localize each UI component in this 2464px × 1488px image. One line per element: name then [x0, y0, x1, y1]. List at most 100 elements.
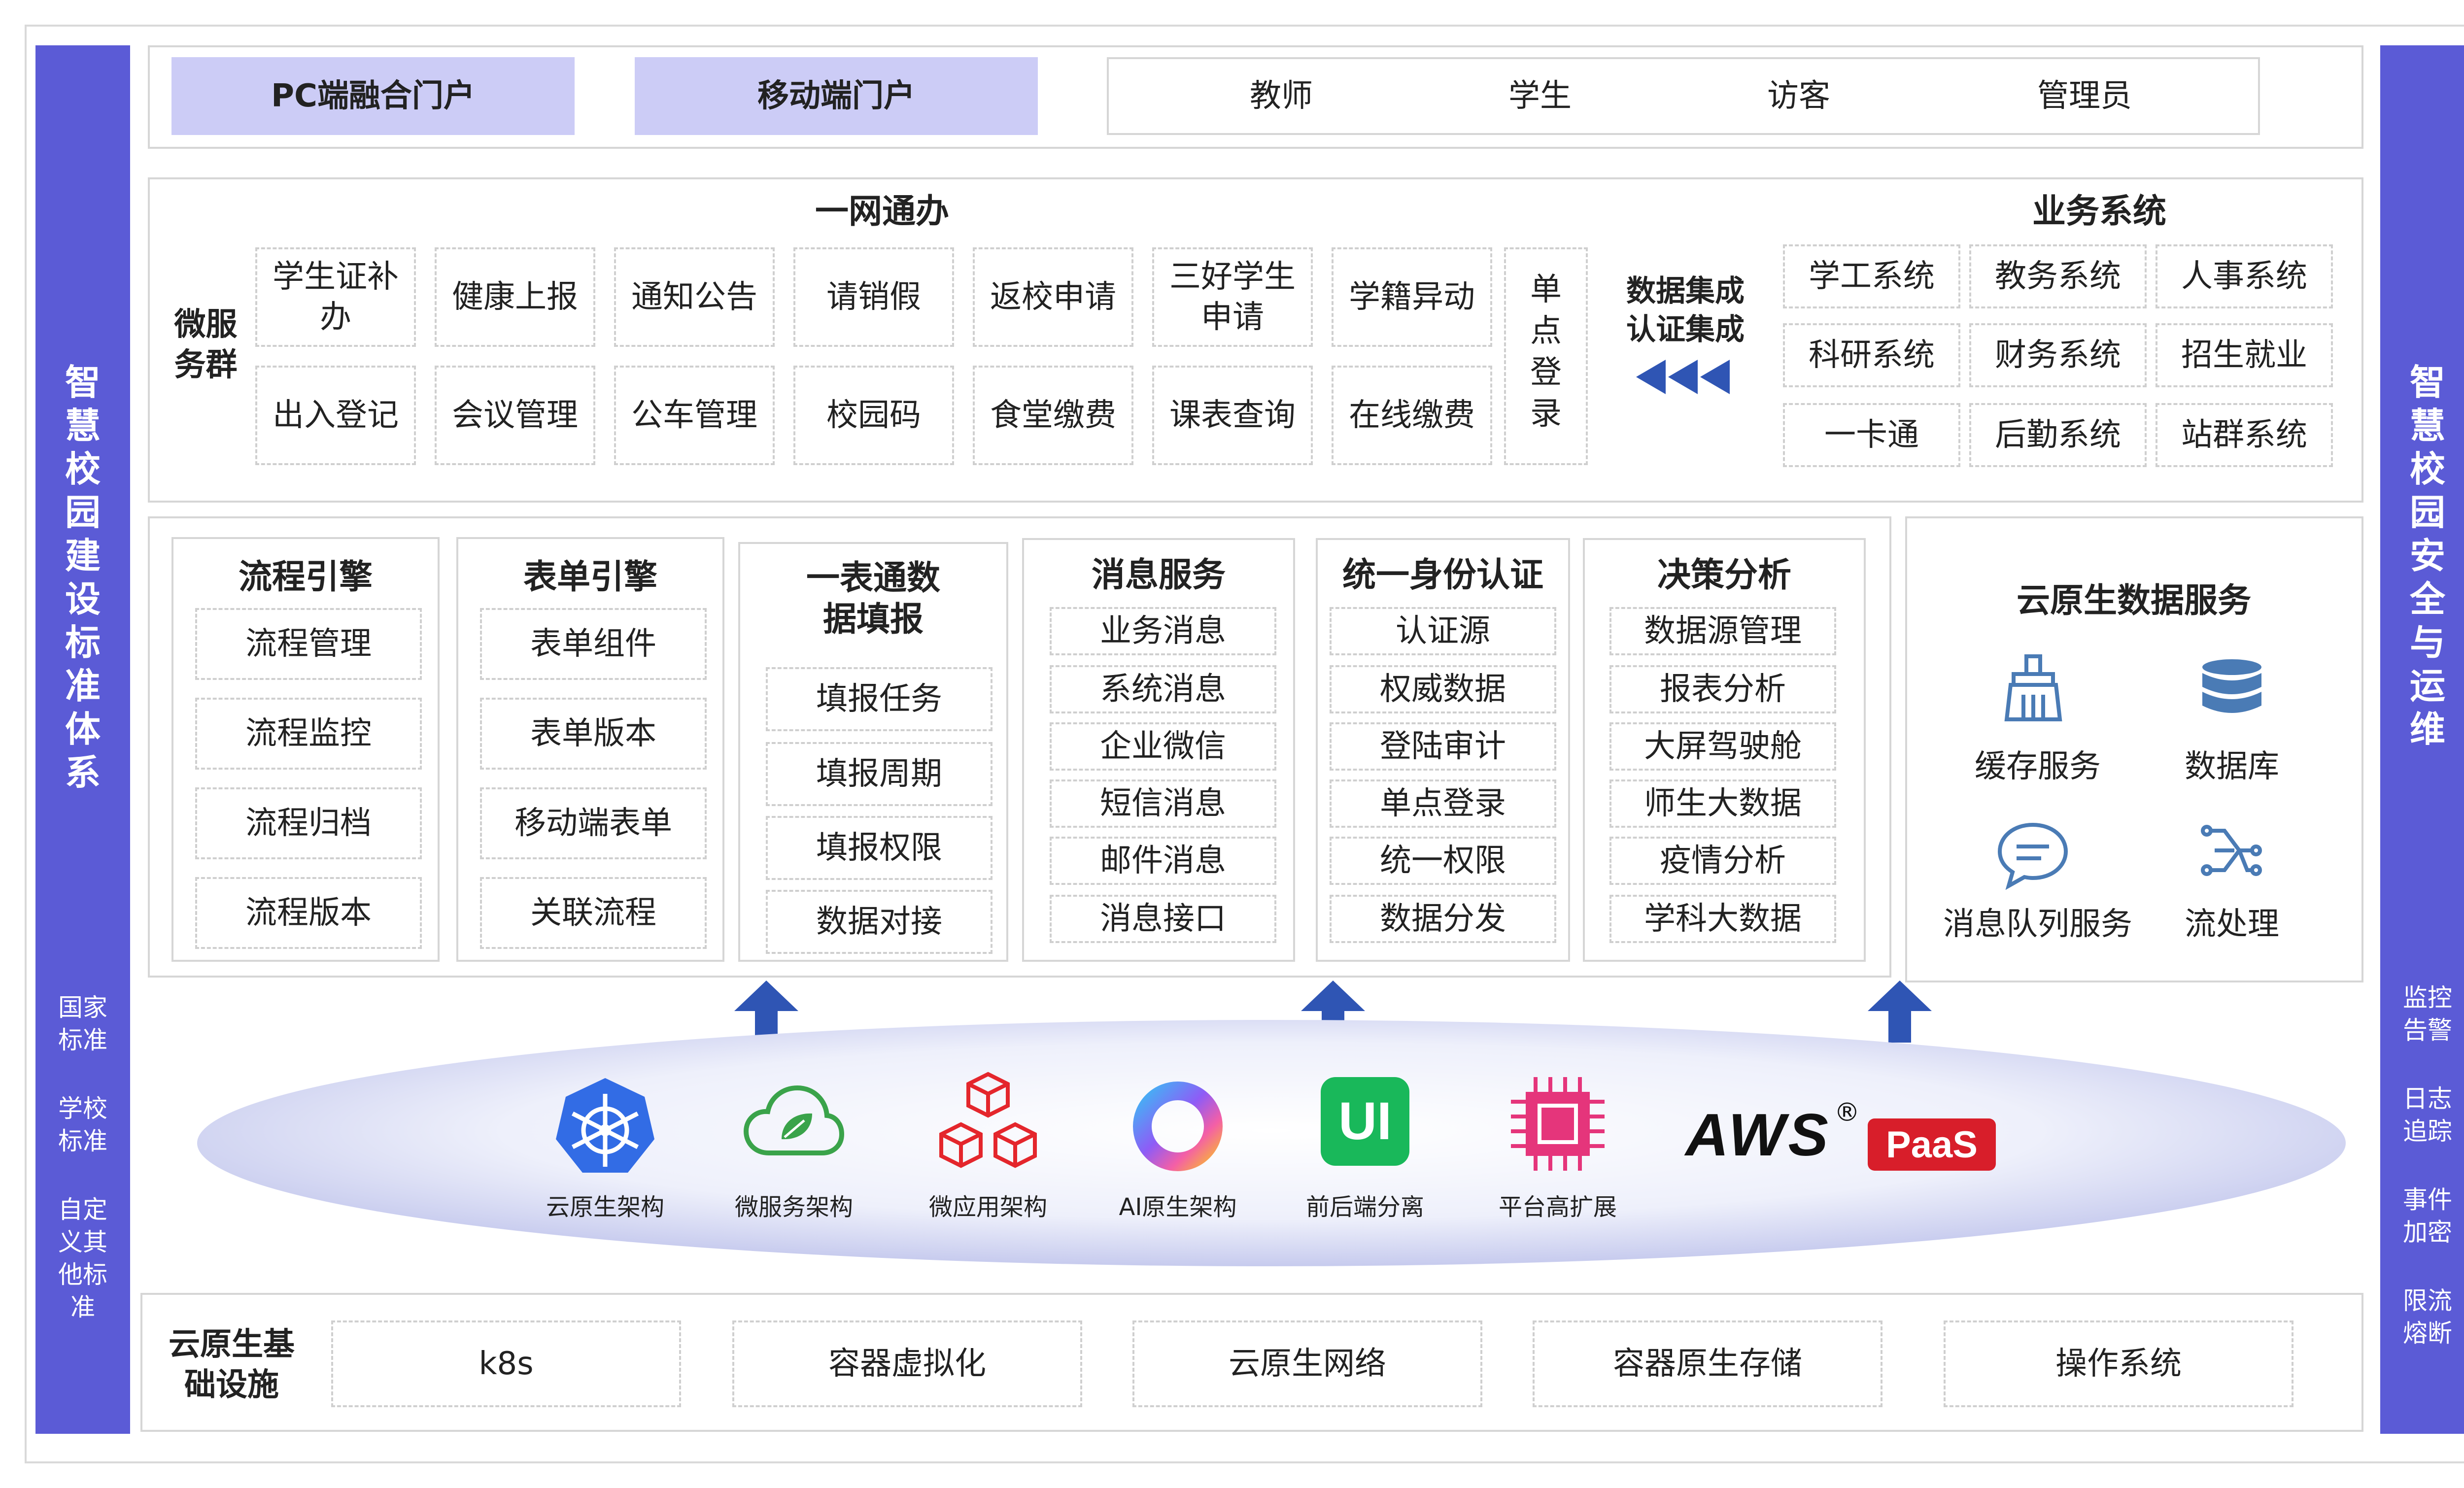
- engine-item[interactable]: 流程管理: [195, 608, 422, 680]
- sso-char: 登: [1530, 354, 1562, 391]
- title-char: 标: [65, 622, 101, 663]
- engine-item[interactable]: 大屏驾驶舱: [1609, 722, 1836, 771]
- engine-item[interactable]: 填报权限: [766, 816, 992, 880]
- infra-item[interactable]: 容器原生存储: [1533, 1320, 1882, 1407]
- ops-monitor: 监控告警: [2403, 983, 2452, 1045]
- service-item[interactable]: 请销假: [793, 247, 954, 347]
- biz-item[interactable]: 招生就业: [2156, 323, 2333, 387]
- biz-item[interactable]: 人事系统: [2156, 244, 2333, 308]
- svg-text:UI: UI: [1338, 1091, 1392, 1150]
- biz-item[interactable]: 一卡通: [1783, 403, 1960, 467]
- ops-ratelimit: 限流熔断: [2403, 1286, 2452, 1348]
- sso-char: 单: [1530, 271, 1562, 308]
- service-item[interactable]: 会议管理: [435, 366, 595, 465]
- role-teacher[interactable]: 教师: [1207, 57, 1355, 135]
- engine-item[interactable]: 流程归档: [195, 787, 422, 859]
- tech-label: AI原生架构: [1119, 1193, 1237, 1221]
- engine-item[interactable]: 权威数据: [1330, 665, 1556, 713]
- infra-item[interactable]: 云原生网络: [1132, 1320, 1482, 1407]
- infra-item[interactable]: 容器虚拟化: [732, 1320, 1082, 1407]
- engine-item[interactable]: 学科大数据: [1609, 895, 1836, 943]
- engine-item[interactable]: 报表分析: [1609, 665, 1836, 713]
- engine-item[interactable]: 业务消息: [1050, 607, 1276, 655]
- ops-log: 日志追踪: [2403, 1084, 2452, 1146]
- engine-item[interactable]: 企业微信: [1050, 722, 1276, 771]
- title-char: 慧: [65, 405, 101, 446]
- service-item[interactable]: 食堂缴费: [973, 366, 1133, 465]
- engine-item[interactable]: 移动端表单: [480, 787, 707, 859]
- engine-item[interactable]: 流程监控: [195, 698, 422, 770]
- role-student[interactable]: 学生: [1466, 57, 1614, 135]
- biz-title: 业务系统: [2032, 192, 2166, 231]
- engine-item[interactable]: 短信消息: [1050, 779, 1276, 828]
- role-admin[interactable]: 管理员: [2011, 57, 2158, 135]
- engine-item[interactable]: 师生大数据: [1609, 779, 1836, 828]
- service-item[interactable]: 出入登记: [255, 366, 416, 465]
- service-item[interactable]: 通知公告: [614, 247, 775, 347]
- service-item[interactable]: 三好学生申请: [1152, 247, 1313, 347]
- service-item[interactable]: 课表查询: [1152, 366, 1313, 465]
- service-item[interactable]: 健康上报: [435, 247, 595, 347]
- biz-item[interactable]: 科研系统: [1783, 323, 1960, 387]
- engine-item[interactable]: 关联流程: [480, 877, 707, 949]
- engine-item[interactable]: 流程版本: [195, 877, 422, 949]
- service-item[interactable]: 在线缴费: [1332, 366, 1492, 465]
- sso-char: 点: [1530, 313, 1562, 349]
- right-sidebar-title: 智 慧 校 园 安 全 与 运 维: [2380, 361, 2464, 751]
- title-char: 与: [2409, 622, 2445, 663]
- engine-item[interactable]: 数据源管理: [1609, 607, 1836, 655]
- cubes-icon: [939, 1072, 1037, 1168]
- engine-item[interactable]: 系统消息: [1050, 665, 1276, 713]
- pc-portal-tab[interactable]: PC端融合门户: [171, 57, 575, 135]
- biz-item[interactable]: 站群系统: [2156, 403, 2333, 467]
- infra-item[interactable]: k8s: [331, 1320, 681, 1407]
- engine-item[interactable]: 表单版本: [480, 698, 707, 770]
- biz-item[interactable]: 教务系统: [1969, 244, 2147, 308]
- engine-item[interactable]: 数据对接: [766, 890, 992, 954]
- ui-icon: UI: [1321, 1077, 1409, 1166]
- title-char: 建: [65, 535, 101, 576]
- infra-item[interactable]: 操作系统: [1944, 1320, 2293, 1407]
- title-char: 安: [2409, 535, 2445, 576]
- title-char: 校: [65, 448, 101, 490]
- service-item[interactable]: 返校申请: [973, 247, 1133, 347]
- infra-label: 云原生基础设施: [169, 1326, 295, 1403]
- title-char: 体: [65, 709, 101, 750]
- engine-item[interactable]: 认证源: [1330, 607, 1556, 655]
- biz-item[interactable]: 后勤系统: [1969, 403, 2147, 467]
- engine-item[interactable]: 疫情分析: [1609, 837, 1836, 885]
- engine-item[interactable]: 消息接口: [1050, 895, 1276, 943]
- title-char: 智: [65, 362, 101, 403]
- engine-item[interactable]: 单点登录: [1330, 779, 1556, 828]
- right-sidebar: 智 慧 校 园 安 全 与 运 维 监控告警 日志追踪 事件加密 限流熔断: [2380, 45, 2464, 1434]
- engine-title: 统一身份认证: [1342, 556, 1543, 595]
- engine-title: 流程引擎: [238, 558, 373, 597]
- ops-encrypt: 事件加密: [2403, 1185, 2452, 1247]
- engine-item[interactable]: 填报任务: [766, 667, 992, 731]
- database-icon: [2202, 659, 2261, 713]
- service-item[interactable]: 校园码: [793, 366, 954, 465]
- engine-item[interactable]: 填报周期: [766, 742, 992, 806]
- standard-custom: 自定义其他标准: [58, 1195, 107, 1321]
- chat-bubble-icon: [1997, 822, 2068, 890]
- biz-item[interactable]: 学工系统: [1783, 244, 1960, 308]
- cloud-data-item: 数据库: [2185, 748, 2279, 785]
- title-char: 智: [2409, 362, 2445, 403]
- ai-ring-icon: [1133, 1082, 1223, 1171]
- engine-item[interactable]: 表单组件: [480, 608, 707, 680]
- role-visitor[interactable]: 访客: [1725, 57, 1873, 135]
- sso-box[interactable]: 单 点 登 录: [1504, 247, 1588, 465]
- engine-item[interactable]: 登陆审计: [1330, 722, 1556, 771]
- cloud-leaf-icon: [743, 1085, 845, 1155]
- mobile-portal-tab[interactable]: 移动端门户: [635, 57, 1038, 135]
- tech-label: 云原生架构: [546, 1193, 664, 1221]
- engine-item[interactable]: 数据分发: [1330, 895, 1556, 943]
- cloud-data-title: 云原生数据服务: [2016, 581, 2251, 620]
- biz-item[interactable]: 财务系统: [1969, 323, 2147, 387]
- engine-item[interactable]: 邮件消息: [1050, 837, 1276, 885]
- stream-icon: [2201, 825, 2262, 876]
- service-item[interactable]: 学籍异动: [1332, 247, 1492, 347]
- service-item[interactable]: 学生证补办: [255, 247, 416, 347]
- service-item[interactable]: 公车管理: [614, 366, 775, 465]
- engine-item[interactable]: 统一权限: [1330, 837, 1556, 885]
